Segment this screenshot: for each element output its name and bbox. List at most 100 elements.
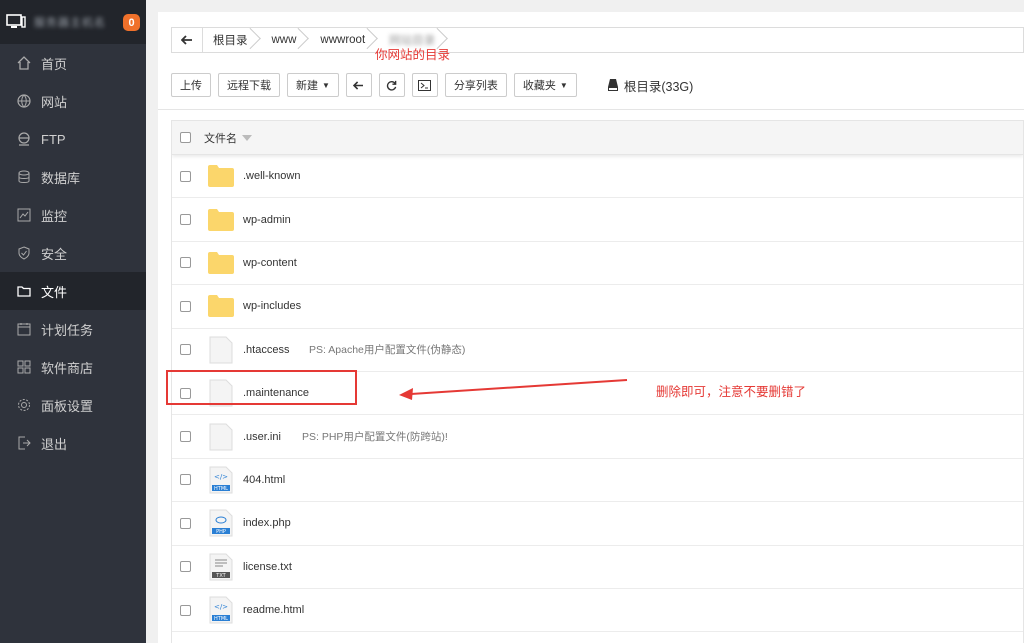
row-checkbox[interactable] xyxy=(180,517,191,529)
database-icon xyxy=(16,169,32,185)
notification-badge[interactable]: 0 xyxy=(123,14,140,31)
disk-indicator[interactable]: 根目录(33G) xyxy=(607,76,693,95)
svg-text:</>: </> xyxy=(214,473,228,481)
monitor-icon xyxy=(16,207,32,223)
row-checkbox[interactable] xyxy=(180,474,191,486)
upload-button[interactable]: 上传 xyxy=(171,73,211,97)
file-row[interactable]: </> HTML readme.html xyxy=(172,589,1023,633)
file-list-header: 文件名 xyxy=(172,121,1023,155)
file-row[interactable]: wp-content xyxy=(172,242,1023,286)
sidebar-item-2[interactable]: FTP xyxy=(0,120,146,158)
sidebar-item-label: FTP xyxy=(41,131,66,147)
row-checkbox[interactable] xyxy=(180,300,191,312)
remote-download-button[interactable]: 远程下载 xyxy=(218,73,280,97)
file-row[interactable]: wp-includes xyxy=(172,285,1023,329)
sidebar-item-3[interactable]: 数据库 xyxy=(0,158,146,196)
row-checkbox[interactable] xyxy=(180,561,191,573)
svg-text:HTML: HTML xyxy=(214,616,228,622)
apps-icon xyxy=(16,359,32,375)
file-type-icon-wrap xyxy=(207,336,235,364)
sidebar-item-label: 退出 xyxy=(41,436,68,452)
file-row[interactable]: TXT license.txt xyxy=(172,546,1023,589)
select-all-checkbox[interactable] xyxy=(180,132,191,143)
file-type-icon-wrap: </> HTML xyxy=(207,466,235,494)
file-type-icon-wrap xyxy=(207,206,235,234)
file-row[interactable]: .user.ini PS: PHP用户配置文件(防跨站)! xyxy=(172,415,1023,459)
sidebar-item-label: 安全 xyxy=(41,246,68,262)
refresh-button[interactable] xyxy=(378,73,405,97)
sidebar-header: 服务器主机名 0 xyxy=(0,0,146,44)
home-icon xyxy=(16,55,32,71)
sidebar-item-label: 软件商店 xyxy=(41,360,94,376)
gear-icon xyxy=(16,397,32,413)
back-button[interactable] xyxy=(172,28,203,52)
file-icon xyxy=(209,336,233,364)
sidebar-item-label: 文件 xyxy=(41,284,68,300)
svg-text:HTML: HTML xyxy=(214,486,228,492)
row-checkbox[interactable] xyxy=(180,257,191,269)
file-name[interactable]: index.php xyxy=(243,517,291,529)
breadcrumb-root[interactable]: 根目录 xyxy=(203,28,262,52)
file-row[interactable]: wp-admin xyxy=(172,198,1023,242)
sidebar-item-0[interactable]: 首页 xyxy=(0,44,146,82)
row-checkbox[interactable] xyxy=(180,431,191,443)
file-row[interactable]: .htaccess PS: Apache用户配置文件(伪静态) xyxy=(172,329,1023,372)
file-name[interactable]: license.txt xyxy=(243,561,292,573)
sidebar-item-label: 首页 xyxy=(41,56,68,72)
favorites-dropdown-button[interactable]: 收藏夹 ▼ xyxy=(513,73,577,97)
row-checkbox[interactable] xyxy=(180,214,191,226)
shield-icon xyxy=(16,245,32,261)
row-checkbox[interactable] xyxy=(180,170,191,182)
file-name[interactable]: .htaccess xyxy=(243,344,289,356)
arrow-left-icon xyxy=(181,35,192,45)
row-checkbox[interactable] xyxy=(180,604,191,616)
file-remark: PS: PHP用户配置文件(防跨站)! xyxy=(302,431,448,444)
share-list-button[interactable]: 分享列表 xyxy=(444,73,507,97)
folder-icon xyxy=(208,165,234,188)
breadcrumb-www[interactable]: www xyxy=(262,28,311,52)
arrow-left-icon xyxy=(353,80,364,90)
sidebar-item-1[interactable]: 网站 xyxy=(0,82,146,120)
sidebar-item-label: 监控 xyxy=(41,208,68,224)
globe-icon xyxy=(16,93,32,109)
sidebar-item-label: 数据库 xyxy=(41,170,81,186)
row-checkbox[interactable] xyxy=(180,344,191,356)
toolbar: 上传 远程下载 新建 ▼ 分享列表 收藏夹 ▼ 根目录(33G) xyxy=(171,73,693,97)
back-dir-button[interactable] xyxy=(345,73,372,97)
toolbar-divider xyxy=(158,109,1024,110)
sidebar-item-9[interactable]: 面板设置 xyxy=(0,386,146,424)
breadcrumb-wwwroot[interactable]: wwwroot xyxy=(310,28,379,52)
filename-column-header[interactable]: 文件名 xyxy=(204,130,252,146)
txt-file-icon: TXT xyxy=(209,553,233,581)
file-row[interactable]: .well-known xyxy=(172,155,1023,199)
file-remark: PS: Apache用户配置文件(伪静态) xyxy=(309,344,466,357)
file-type-icon-wrap: TXT xyxy=(207,553,235,581)
file-name[interactable]: .user.ini xyxy=(243,431,281,443)
file-name[interactable]: wp-admin xyxy=(243,214,291,226)
sidebar-item-5[interactable]: 安全 xyxy=(0,234,146,272)
file-row[interactable]: PHP index.php xyxy=(172,502,1023,546)
ftp-icon xyxy=(16,131,32,147)
file-name[interactable]: wp-content xyxy=(243,257,297,269)
file-icon xyxy=(209,423,233,451)
sidebar-item-6[interactable]: 文件 xyxy=(0,272,146,310)
file-name[interactable]: 404.html xyxy=(243,474,285,486)
file-type-icon-wrap xyxy=(207,162,235,190)
file-row[interactable]: </> HTML 404.html xyxy=(172,459,1023,503)
sidebar-item-7[interactable]: 计划任务 xyxy=(0,310,146,348)
file-name[interactable]: readme.html xyxy=(243,604,304,616)
sidebar-item-4[interactable]: 监控 xyxy=(0,196,146,234)
html-file-icon: </> HTML xyxy=(209,466,233,494)
terminal-button[interactable] xyxy=(411,73,438,97)
folder-icon xyxy=(208,295,234,318)
sidebar-item-8[interactable]: 软件商店 xyxy=(0,348,146,386)
hdd-icon xyxy=(607,79,618,91)
file-name[interactable]: wp-includes xyxy=(243,300,301,312)
highlight-maintenance-box xyxy=(166,370,357,405)
caret-down-icon: ▼ xyxy=(559,80,568,90)
sidebar: 服务器主机名 0 首页网站 FTP 数据库监控安全文件计划任务软件商店面板设置退出 xyxy=(0,0,146,643)
file-name[interactable]: .well-known xyxy=(243,170,300,182)
file-type-icon-wrap xyxy=(207,423,235,451)
sidebar-item-10[interactable]: 退出 xyxy=(0,424,146,462)
new-dropdown-button[interactable]: 新建 ▼ xyxy=(287,73,339,97)
